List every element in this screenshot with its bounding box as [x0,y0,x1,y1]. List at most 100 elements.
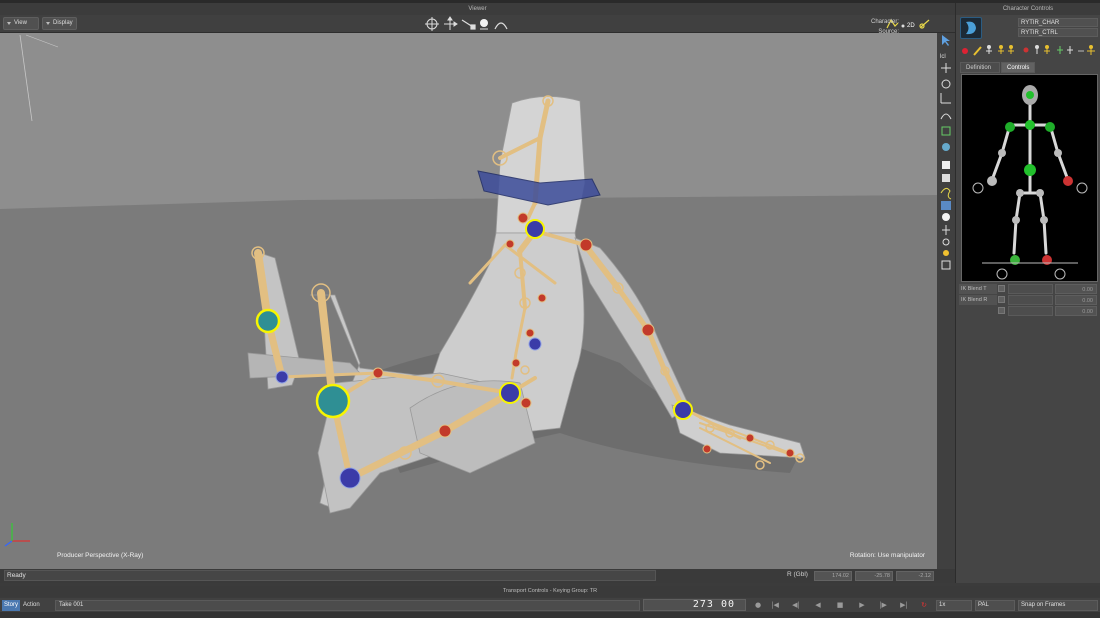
rig-shoulder-left[interactable] [1005,122,1015,132]
joint-marker[interactable] [785,448,795,458]
joint-marker[interactable] [525,219,545,239]
ik-blend-r-checkbox[interactable] [998,296,1005,303]
joint-marker[interactable] [438,424,452,438]
joint-marker[interactable] [641,323,655,337]
frame-icon[interactable] [941,260,951,270]
move-icon[interactable] [941,63,951,73]
figure-full-icon[interactable] [1044,45,1050,55]
ik-blend-r-value[interactable]: 0.00 [1055,295,1097,305]
rig-hips-effector[interactable] [1024,164,1036,176]
joint-marker[interactable] [505,239,515,249]
figure-green-icon[interactable] [1057,46,1063,54]
ik-blend-t-value[interactable]: 0.00 [1055,284,1097,294]
joint-marker[interactable] [339,467,361,489]
control-rig-view[interactable] [961,74,1098,282]
sun-icon[interactable] [943,250,949,256]
cube-alt-icon[interactable] [942,174,950,182]
tab-definition[interactable]: Definition [960,62,1000,73]
snap-icon[interactable] [901,24,905,28]
play-reverse-icon[interactable]: ◀ [811,600,825,611]
camera-icon[interactable] [941,201,951,210]
rig-expand-right-icon[interactable] [1076,182,1088,194]
joint-marker[interactable] [673,400,693,420]
format-select[interactable]: PAL [975,600,1015,611]
joint-marker[interactable] [372,367,384,379]
rig-shoulder-right[interactable] [1045,122,1055,132]
ik-blend-r-slider[interactable] [1008,295,1053,305]
goto-end-icon[interactable]: ▶| [897,600,911,611]
joint-marker[interactable] [255,308,281,334]
figure-alt-icon[interactable] [1008,45,1014,55]
rig-knee-right[interactable] [1040,216,1048,224]
rig-elbow-right[interactable] [1054,149,1062,157]
figure-body-icon[interactable] [1067,46,1073,54]
arc-icon[interactable] [494,22,508,30]
pivot-icon[interactable] [962,48,968,54]
next-key-icon[interactable]: |▶ [876,600,890,611]
take-select[interactable]: Take 001 [55,600,640,611]
joint-marker[interactable] [525,328,535,338]
joint-marker[interactable] [511,358,521,368]
action-button[interactable]: Action [21,600,42,611]
character-logo-icon[interactable] [960,17,982,39]
rig-foot-right-icon[interactable] [1054,268,1066,280]
prev-key-icon[interactable]: ◀| [789,600,803,611]
pencil-icon[interactable] [973,46,982,56]
joint-marker[interactable] [517,212,529,224]
record-icon[interactable]: ● [751,600,765,611]
constraint-icon[interactable] [941,126,951,136]
rig-foot-left-icon[interactable] [996,268,1008,280]
rig-expand-left-icon[interactable] [972,182,984,194]
speed-select[interactable]: 1x [936,600,972,611]
rig-elbow-left[interactable] [998,149,1006,157]
story-button[interactable]: Story [2,600,21,611]
scale-icon[interactable] [461,19,476,30]
marker-icon[interactable] [942,238,950,246]
joint-marker[interactable] [537,293,547,303]
select-arrow-icon[interactable] [942,35,950,46]
rig-wrist-right[interactable] [1063,176,1073,186]
rig-knee-left[interactable] [1012,216,1020,224]
pin-icon[interactable] [1023,47,1029,53]
rig-wrist-left[interactable] [987,176,997,186]
joint-marker[interactable] [579,238,593,252]
stop-icon[interactable]: ■ [833,600,847,611]
coord-z-field[interactable]: -2.12 [896,571,934,581]
joint-marker[interactable] [315,383,351,419]
ik-blend-t-checkbox[interactable] [998,285,1005,292]
ik-blend-extra-slider[interactable] [1008,306,1053,316]
bone-icon[interactable] [942,143,950,151]
goto-start-icon[interactable]: |◀ [768,600,782,611]
curve-icon[interactable] [940,113,952,120]
joint-marker[interactable] [745,433,755,443]
sphere-icon[interactable] [480,19,488,30]
sphere-icon[interactable] [942,213,950,221]
loop-icon[interactable]: ↻ [917,600,931,611]
rotate-icon[interactable] [941,79,951,89]
character-select[interactable]: RYTIR_CHAR [1018,18,1098,27]
ik-blend-extra-checkbox[interactable] [998,307,1005,314]
translate-icon[interactable] [444,16,458,30]
scale-icon[interactable] [940,93,951,104]
rig-hip-left[interactable] [1016,189,1024,197]
ik-blend-t-slider[interactable] [1008,284,1053,294]
ik-blend-extra-value[interactable]: 0.00 [1055,306,1097,316]
joint-marker[interactable] [499,382,521,404]
rig-chest-effector[interactable] [1025,120,1035,130]
figure-selected-icon[interactable] [998,45,1004,55]
mode-2d-badge[interactable]: 2D [907,23,915,29]
display-menu[interactable]: Display [42,17,77,30]
current-frame-field[interactable]: 273 00 [643,599,746,611]
scene-canvas[interactable] [0,33,937,569]
viewport-3d[interactable]: Producer Perspective (X-Ray) Rotation: U… [0,33,937,569]
rotate-gizmo-icon[interactable] [425,17,439,31]
figure-gold-icon[interactable] [1087,45,1095,56]
coord-x-field[interactable]: 174.02 [814,571,852,581]
joint-marker[interactable] [528,337,542,351]
play-icon[interactable]: ▶ [855,600,869,611]
snap-select[interactable]: Snap on Frames [1018,600,1098,611]
local-icon[interactable]: lcl [940,54,946,60]
timeline-strip[interactable] [0,612,1100,618]
figure-key-icon[interactable] [1035,45,1039,55]
figure-icon[interactable] [986,45,992,55]
